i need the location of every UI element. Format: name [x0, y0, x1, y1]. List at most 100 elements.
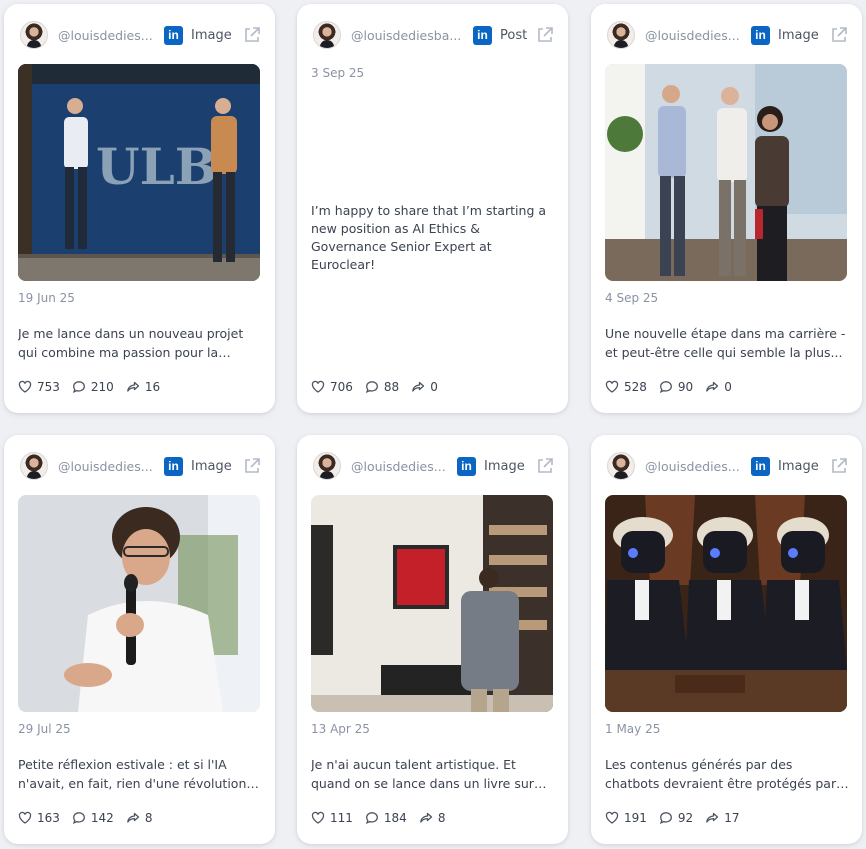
post-image[interactable]: [605, 495, 847, 712]
share-icon: [126, 381, 139, 392]
likes-stat: 528: [605, 380, 647, 394]
svg-text:ULB: ULB: [96, 137, 217, 196]
share-icon: [706, 812, 719, 823]
post-stats: 163 142 8: [18, 809, 164, 827]
avatar[interactable]: [607, 452, 635, 480]
avatar[interactable]: [607, 21, 635, 49]
post-type-label: Image: [191, 458, 232, 474]
likes-stat: 191: [605, 811, 647, 825]
shares-stat: 0: [411, 380, 438, 394]
avatar[interactable]: [313, 21, 341, 49]
post-type-label: Image: [778, 458, 819, 474]
post-image[interactable]: [311, 495, 553, 712]
linkedin-icon: in: [164, 456, 183, 476]
shares-stat: 16: [126, 380, 160, 394]
external-link-icon[interactable]: [243, 26, 261, 44]
shares-count: 8: [144, 811, 153, 825]
linkedin-icon: in: [751, 25, 770, 45]
post-card[interactable]: @louisdedies... in Image 13 Apr 25 Je n'…: [297, 435, 568, 844]
post-stats: 191 92 17: [605, 809, 751, 827]
author-handle[interactable]: @louisdedies...: [58, 28, 154, 43]
shares-count: 16: [144, 380, 161, 394]
post-excerpt[interactable]: Je me lance dans un nouveau projet qui c…: [18, 324, 262, 362]
share-icon: [126, 812, 139, 823]
likes-count: 753: [37, 380, 60, 394]
speaker-mic-image: [18, 495, 260, 712]
shares-count: 0: [430, 380, 438, 394]
likes-count: 111: [330, 811, 353, 825]
post-excerpt[interactable]: Petite réflexion estivale : et si l'IA n…: [18, 755, 262, 793]
heart-icon: [18, 811, 32, 824]
comments-count: 142: [90, 811, 114, 825]
post-excerpt[interactable]: Une nouvelle étape dans ma carrière - et…: [605, 324, 849, 362]
likes-count: 528: [624, 380, 647, 394]
likes-count: 706: [330, 380, 353, 394]
post-date: 13 Apr 25: [311, 722, 370, 736]
post-card[interactable]: @louisdedies... in Image 29 Jul 25 Petit…: [4, 435, 275, 844]
post-image[interactable]: ULB: [18, 64, 260, 281]
comment-icon: [659, 812, 672, 824]
post-type-label: Image: [191, 27, 232, 43]
linkedin-icon: in: [457, 456, 476, 476]
post-excerpt[interactable]: Je n'ai aucun talent artistique. Et quan…: [311, 755, 555, 793]
avatar[interactable]: [20, 21, 48, 49]
post-date: 4 Sep 25: [605, 291, 659, 305]
post-image[interactable]: [605, 64, 847, 281]
heart-icon: [605, 811, 619, 824]
post-card[interactable]: @louisdedies... in Image: [591, 435, 862, 844]
post-stats: 753 210 16: [18, 378, 172, 396]
post-type-label: Post: [500, 27, 528, 43]
post-date: 1 May 25: [605, 722, 661, 736]
external-link-icon[interactable]: [830, 26, 848, 44]
post-type-label: Image: [778, 27, 819, 43]
heart-icon: [311, 380, 325, 393]
post-text[interactable]: I’m happy to share that I’m starting a n…: [311, 202, 551, 274]
post-excerpt[interactable]: Les contenus générés par des chatbots de…: [605, 755, 849, 793]
comments-count: 90: [677, 380, 694, 394]
post-date: 19 Jun 25: [18, 291, 75, 305]
external-link-icon[interactable]: [830, 457, 848, 475]
comments-stat: 210: [72, 380, 114, 394]
shares-count: 0: [724, 380, 732, 394]
author-handle[interactable]: @louisdedies...: [645, 28, 741, 43]
post-card[interactable]: @louisdedies... in Image: [591, 4, 862, 413]
post-date: 3 Sep 25: [311, 66, 365, 80]
post-stats: 111 184 8: [311, 809, 457, 827]
shares-stat: 8: [126, 811, 153, 825]
comments-count: 92: [677, 811, 694, 825]
comments-stat: 92: [659, 811, 693, 825]
avatar[interactable]: [313, 452, 341, 480]
office-trio-image: [605, 64, 847, 281]
comments-count: 184: [383, 811, 407, 825]
avatar[interactable]: [20, 452, 48, 480]
post-type-label: Image: [484, 458, 525, 474]
comment-icon: [365, 812, 378, 824]
robot-judges-image: [605, 495, 847, 712]
comments-stat: 184: [365, 811, 407, 825]
post-header: @louisdedies... in Image: [607, 20, 848, 50]
author-handle[interactable]: @louisdedies...: [351, 459, 447, 474]
share-icon: [412, 381, 425, 392]
author-handle[interactable]: @louisdediesba...: [351, 28, 463, 43]
heart-icon: [605, 380, 619, 393]
comment-icon: [72, 381, 85, 393]
post-header: @louisdedies... in Image: [20, 20, 261, 50]
likes-stat: 753: [18, 380, 60, 394]
linkedin-icon: in: [751, 456, 770, 476]
shares-stat: 17: [705, 811, 739, 825]
external-link-icon[interactable]: [536, 26, 554, 44]
likes-stat: 111: [311, 811, 353, 825]
comments-count: 210: [90, 380, 114, 394]
post-image[interactable]: [18, 495, 260, 712]
post-header: @louisdediesba... in Post: [313, 20, 554, 50]
external-link-icon[interactable]: [536, 457, 554, 475]
likes-count: 191: [624, 811, 647, 825]
post-card[interactable]: @louisdediesba... in Post 3 Sep 25 I’m h…: [297, 4, 568, 413]
post-stats: 706 88 0: [311, 378, 450, 396]
author-handle[interactable]: @louisdedies...: [645, 459, 741, 474]
post-card[interactable]: @louisdedies... in Image ULB 19 Jun 25 J…: [4, 4, 275, 413]
external-link-icon[interactable]: [243, 457, 261, 475]
linkedin-icon: in: [473, 25, 492, 45]
author-handle[interactable]: @louisdedies...: [58, 459, 154, 474]
comments-stat: 90: [659, 380, 693, 394]
